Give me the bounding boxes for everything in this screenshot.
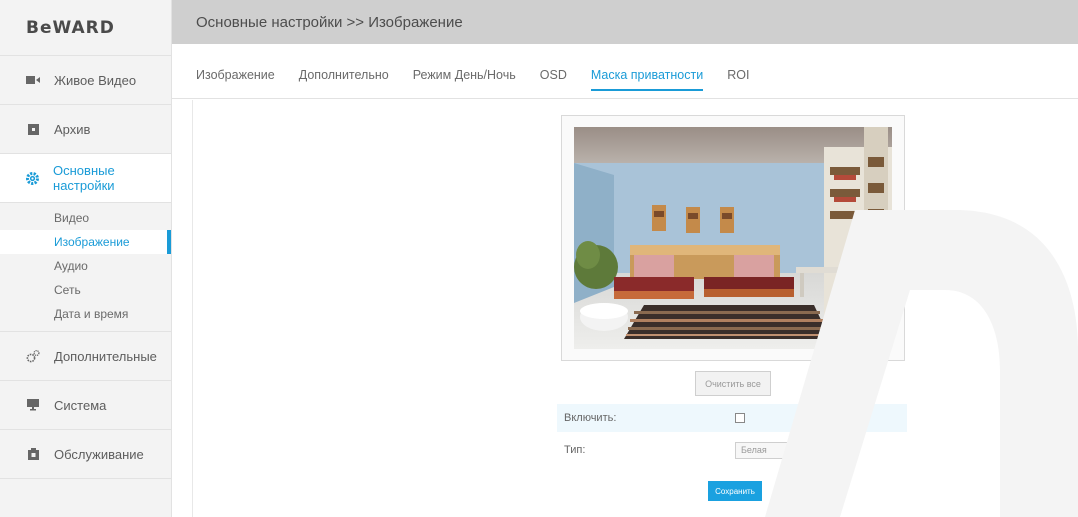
tab-roi[interactable]: ROI: [727, 44, 749, 99]
subnav-item-network[interactable]: Сеть: [0, 278, 171, 302]
type-select-value: Белая: [741, 445, 767, 455]
gear-icon: [26, 171, 39, 185]
settings-submenu: Видео Изображение Аудио Сеть Дата и врем…: [0, 203, 171, 332]
sidebar-item-advanced[interactable]: Дополнительные: [0, 332, 171, 381]
tab-privacy-mask[interactable]: Маска приватности: [590, 44, 704, 99]
sidebar-item-label: Система: [54, 397, 107, 413]
type-row: Тип: Белая: [557, 436, 907, 464]
sidebar-item-label: Обслуживание: [54, 446, 144, 462]
sidebar-item-basic-settings[interactable]: Основные настройки: [0, 154, 171, 203]
sidebar: BeWARD Живое Видео Архив Основные настро…: [0, 0, 172, 517]
sidebar-item-label: Живое Видео: [54, 72, 137, 88]
enable-row: Включить:: [557, 404, 907, 432]
breadcrumb: Основные настройки >> Изображение: [196, 13, 463, 31]
archive-icon: [26, 122, 40, 136]
logo: BeWARD: [0, 0, 171, 56]
sidebar-item-archive[interactable]: Архив: [0, 105, 171, 154]
sidebar-item-label: Дополнительные: [54, 348, 157, 364]
tab-osd[interactable]: OSD: [540, 44, 567, 99]
enable-label: Включить:: [564, 412, 617, 424]
video-preview[interactable]: [561, 115, 905, 361]
subnav-item-audio[interactable]: Аудио: [0, 254, 171, 278]
type-select[interactable]: Белая: [735, 441, 855, 459]
camera-image: [574, 127, 892, 349]
tab-image[interactable]: Изображение: [196, 44, 275, 99]
video-icon: [26, 73, 40, 87]
subnav-item-video[interactable]: Видео: [0, 206, 171, 230]
subnav-item-date-time[interactable]: Дата и время: [0, 302, 171, 326]
tab-bar: Изображение Дополнительно Режим День/Ноч…: [172, 44, 1078, 99]
gears-icon: [26, 349, 40, 363]
subnav-item-image[interactable]: Изображение: [0, 230, 171, 254]
enable-checkbox[interactable]: [735, 413, 745, 423]
page-header: Основные настройки >> Изображение: [172, 0, 1078, 44]
sidebar-item-label: Архив: [54, 121, 91, 137]
sidebar-item-label: Основные настройки: [53, 163, 115, 193]
clear-all-button[interactable]: Очистить все: [695, 371, 771, 396]
save-button[interactable]: Сохранить: [708, 481, 762, 501]
type-label: Тип:: [564, 444, 586, 456]
sidebar-item-live-video[interactable]: Живое Видео: [0, 56, 171, 105]
tab-advanced[interactable]: Дополнительно: [299, 44, 389, 99]
sidebar-item-system[interactable]: Система: [0, 381, 171, 430]
sidebar-item-maintenance[interactable]: Обслуживание: [0, 430, 171, 479]
chevron-down-icon: [840, 445, 849, 455]
maintenance-icon: [26, 447, 40, 461]
content-area: Очистить все Включить: Тип: Белая Сохран…: [192, 100, 1078, 517]
tab-day-night[interactable]: Режим День/Ночь: [413, 44, 516, 99]
monitor-icon: [26, 398, 40, 412]
